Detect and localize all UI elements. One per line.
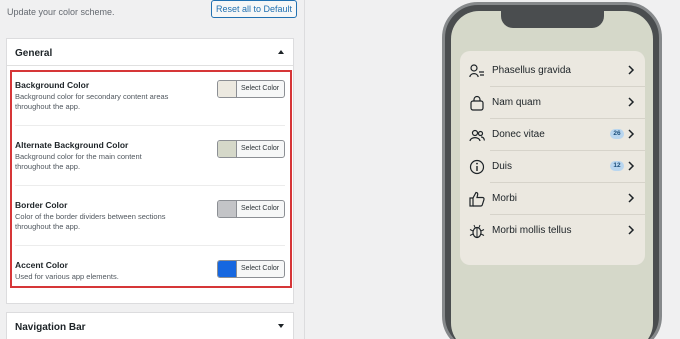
option-description: Used for various app elements. [15, 272, 119, 281]
general-section: General Background Color Background colo… [6, 38, 294, 304]
settings-panel: Update your color scheme. Reset all to D… [0, 0, 305, 339]
page-subtitle: Update your color scheme. [7, 7, 115, 17]
color-swatch [218, 201, 237, 217]
select-color-button[interactable]: Select Color [217, 140, 285, 158]
menu-row-label: Nam quam [492, 97, 541, 108]
select-color-button[interactable]: Select Color [217, 200, 285, 218]
select-color-label: Select Color [241, 205, 280, 212]
navigation-bar-section-title: Navigation Bar [15, 322, 86, 333]
option-label: Background Color [15, 80, 90, 90]
reset-all-button[interactable]: Reset all to Default [211, 0, 297, 18]
expand-caret-icon[interactable] [278, 324, 284, 328]
phone-frame: Phasellus gravida Nam quam Donec vitae 2… [442, 2, 662, 339]
option-label: Border Color [15, 200, 68, 210]
menu-card: Phasellus gravida Nam quam Donec vitae 2… [460, 51, 645, 265]
phone-screen: Phasellus gravida Nam quam Donec vitae 2… [451, 11, 653, 339]
option-border-color: Border Color Color of the border divider… [15, 200, 285, 250]
navigation-bar-section-header[interactable]: Navigation Bar [7, 313, 293, 339]
chevron-right-icon [628, 129, 635, 139]
navigation-bar-section: Navigation Bar [6, 312, 294, 339]
thumbs-up-icon [469, 191, 485, 207]
select-color-button[interactable]: Select Color [217, 80, 285, 98]
option-accent-color: Accent Color Used for various app elemen… [15, 260, 285, 290]
menu-row[interactable]: Morbi [460, 183, 645, 215]
option-description: Background color for the main content th… [15, 152, 142, 171]
select-color-label: Select Color [241, 145, 280, 152]
menu-row-label: Duis [492, 161, 513, 172]
count-badge: 26 [610, 129, 624, 139]
count-badge: 12 [610, 161, 624, 171]
menu-row-label: Donec vitae [492, 129, 545, 140]
option-description: Color of the border dividers between sec… [15, 212, 166, 231]
chevron-right-icon [628, 193, 635, 203]
color-swatch [218, 261, 237, 277]
general-section-header[interactable]: General [7, 39, 293, 66]
collapse-caret-icon[interactable] [278, 50, 284, 54]
option-background-color: Background Color Background color for se… [15, 80, 285, 130]
menu-row[interactable]: Morbi mollis tellus [460, 215, 645, 247]
menu-row[interactable]: Duis 12 [460, 151, 645, 183]
users-icon [469, 129, 485, 142]
color-swatch [218, 81, 237, 97]
menu-row-label: Morbi mollis tellus [492, 225, 572, 236]
bug-icon [469, 224, 485, 239]
select-color-label: Select Color [241, 85, 280, 92]
user-list-icon [469, 64, 484, 78]
option-label: Accent Color [15, 260, 68, 270]
option-alternate-background-color: Alternate Background Color Background co… [15, 140, 285, 190]
preview-area: Phasellus gravida Nam quam Donec vitae 2… [306, 0, 680, 339]
phone-notch [501, 11, 604, 28]
option-label: Alternate Background Color [15, 140, 129, 150]
chevron-right-icon [628, 225, 635, 235]
option-divider [15, 245, 285, 246]
menu-row[interactable]: Donec vitae 26 [460, 119, 645, 151]
chevron-right-icon [628, 161, 635, 171]
option-divider [15, 125, 285, 126]
chevron-right-icon [628, 97, 635, 107]
menu-row[interactable]: Phasellus gravida [460, 55, 645, 87]
option-description: Background color for secondary content a… [15, 92, 169, 111]
info-icon [469, 159, 485, 175]
color-swatch [218, 141, 237, 157]
general-section-title: General [15, 48, 53, 59]
menu-row[interactable]: Nam quam [460, 87, 645, 119]
menu-row-label: Morbi [492, 193, 518, 204]
select-color-button[interactable]: Select Color [217, 260, 285, 278]
bag-icon [470, 95, 484, 111]
option-divider [15, 185, 285, 186]
select-color-label: Select Color [241, 265, 280, 272]
chevron-right-icon [628, 65, 635, 75]
menu-row-label: Phasellus gravida [492, 65, 571, 76]
